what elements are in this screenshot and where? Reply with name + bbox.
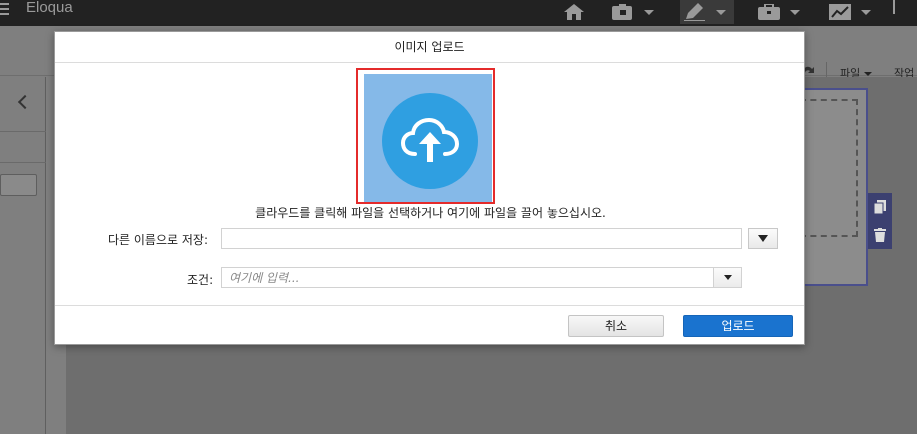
- trash-icon[interactable]: [874, 228, 886, 242]
- sidebar-search-input[interactable]: [0, 174, 37, 196]
- condition-select[interactable]: 여기에 입력...: [221, 267, 742, 288]
- save-as-input[interactable]: [221, 228, 742, 249]
- nav-assets-button[interactable]: [612, 0, 654, 24]
- copy-icon[interactable]: [874, 200, 886, 214]
- condition-label: 조건:: [187, 273, 214, 287]
- chevron-down-icon: [716, 9, 726, 15]
- home-icon: [564, 4, 584, 20]
- top-navigation-bar: Eloqua: [0, 0, 917, 26]
- nav-briefcase-button[interactable]: [758, 0, 800, 24]
- dialog-title: 이미지 업로드: [55, 32, 804, 63]
- condition-dropdown-arrow[interactable]: [713, 268, 741, 287]
- pencil-icon: [684, 3, 705, 21]
- triangle-down-icon: [758, 235, 768, 242]
- save-as-dropdown-button[interactable]: [748, 228, 778, 249]
- upload-button[interactable]: 업로드: [683, 315, 793, 337]
- nav-edit-button[interactable]: [680, 0, 734, 24]
- chevron-down-icon: [861, 9, 871, 15]
- dialog-footer-divider: [55, 305, 804, 306]
- cancel-button[interactable]: 취소: [568, 315, 664, 337]
- chevron-down-icon: [790, 9, 800, 15]
- assets-icon: [612, 4, 632, 20]
- briefcase-icon: [758, 4, 780, 20]
- app-title: Eloqua: [26, 0, 73, 16]
- image-upload-dialog: 이미지 업로드 클라우드를 클릭해 파일을 선택하거나 여기에 파일을 끌어 놓…: [54, 31, 805, 345]
- condition-placeholder: 여기에 입력...: [229, 271, 300, 285]
- chart-icon: [829, 4, 851, 20]
- left-sidebar: [0, 77, 46, 434]
- highlight-frame: [356, 68, 495, 204]
- save-as-label: 다른 이름으로 저장:: [108, 233, 208, 247]
- chevron-down-icon: [644, 9, 654, 15]
- chevron-down-icon: [723, 275, 732, 280]
- chevron-down-icon: [864, 72, 873, 76]
- nav-home-button[interactable]: [564, 0, 584, 24]
- image-placeholder[interactable]: [800, 99, 858, 237]
- nav-chart-button[interactable]: [829, 0, 871, 24]
- overflow-indicator: [893, 0, 895, 14]
- block-tools: [868, 193, 892, 249]
- sidebar-row: [0, 132, 46, 163]
- menu-icon[interactable]: [0, 3, 14, 15]
- upload-instruction: 클라우드를 클릭해 파일을 선택하거나 여기에 파일을 끌어 놓으십시오.: [255, 206, 606, 220]
